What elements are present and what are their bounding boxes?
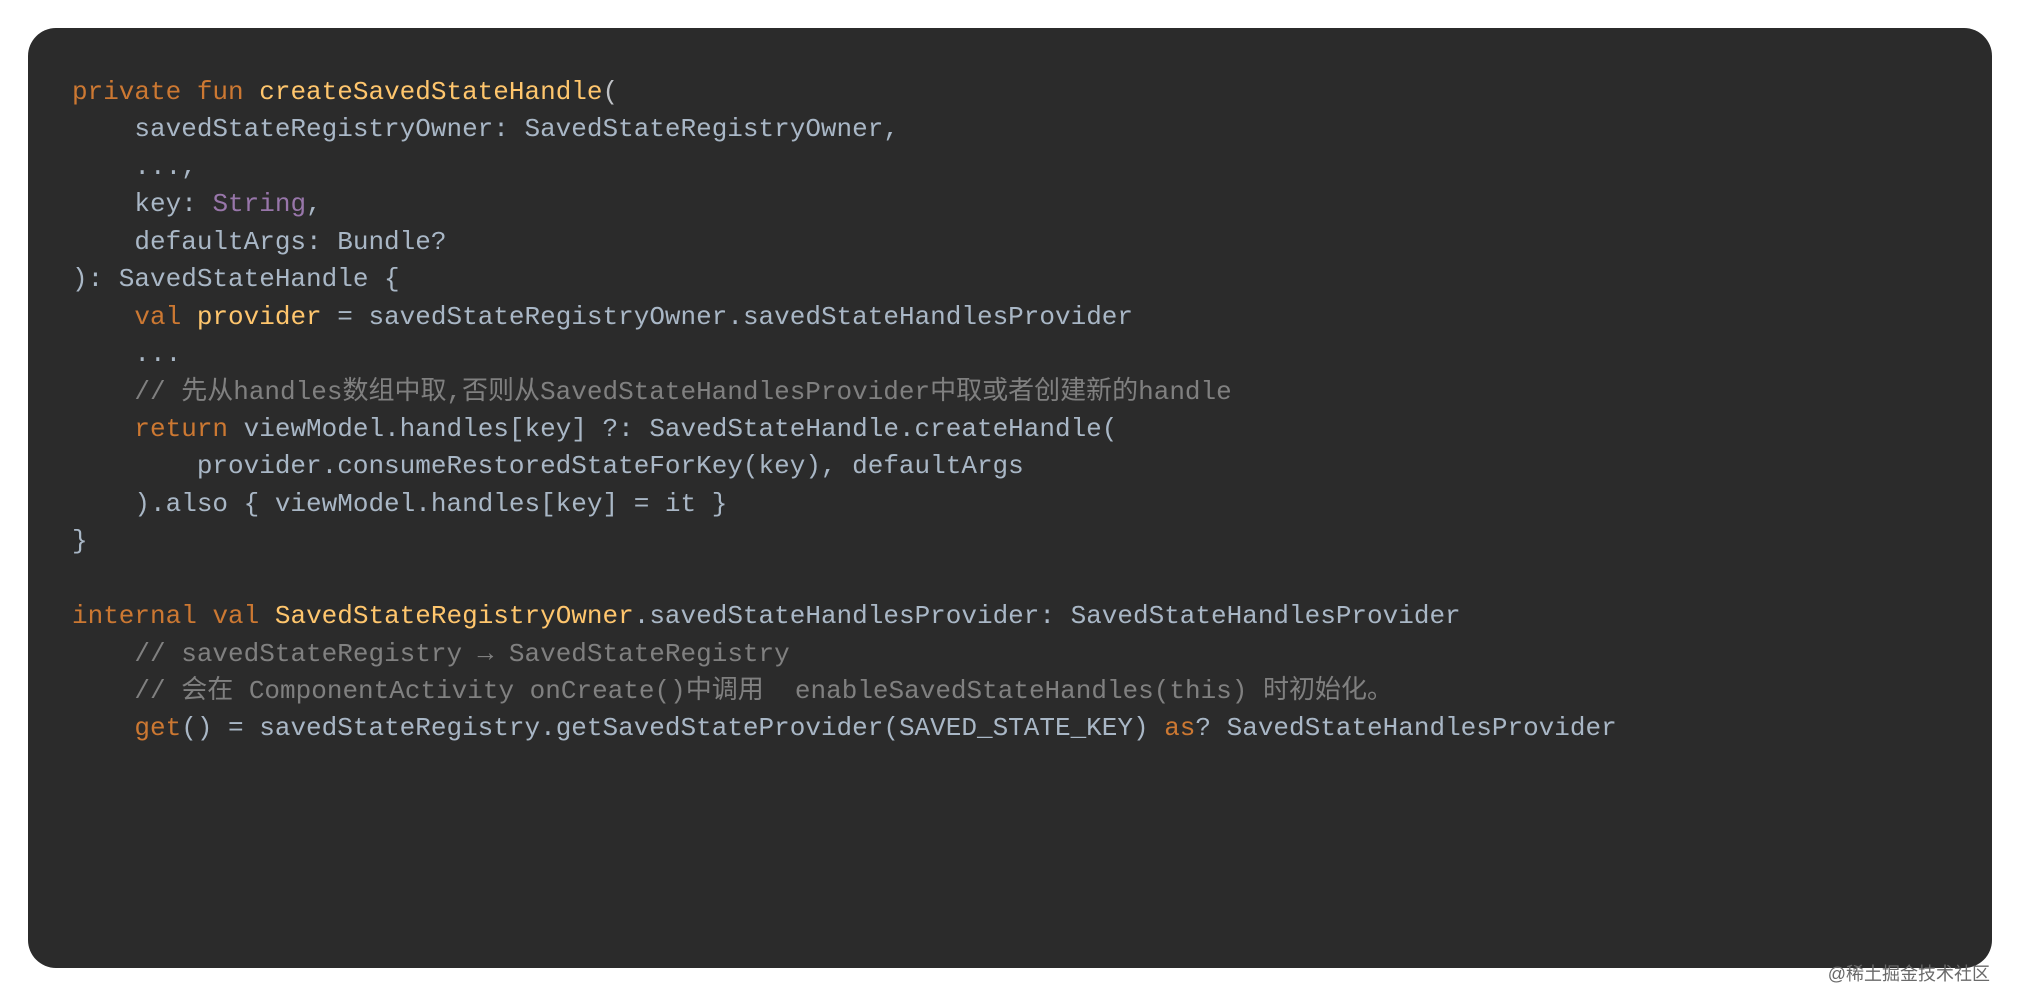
comma: , (306, 189, 322, 219)
sig-tail: ): SavedStateHandle { (72, 264, 400, 294)
code-card: private fun createSavedStateHandle( save… (28, 28, 1992, 968)
param-key-pre: key: (72, 189, 212, 219)
fn-name: createSavedStateHandle (259, 77, 602, 107)
space (259, 601, 275, 631)
param-default-args: defaultArgs: Bundle? (72, 227, 446, 257)
close-brace: } (72, 526, 88, 556)
keyword-as: as (1164, 713, 1195, 743)
type-string: String (212, 189, 306, 219)
cast-tail: ? SavedStateHandlesProvider (1195, 713, 1616, 743)
keyword-val: val (134, 302, 181, 332)
keyword-val-2: val (212, 601, 259, 631)
indent (72, 414, 134, 444)
indent (72, 676, 134, 706)
param-line: savedStateRegistryOwner: SavedStateRegis… (72, 114, 899, 144)
also-line: ).also { viewModel.handles[key] = it } (72, 489, 727, 519)
indent (72, 639, 134, 669)
keyword-fun: fun (197, 77, 244, 107)
code-block: private fun createSavedStateHandle( save… (72, 74, 1948, 748)
indent (72, 302, 134, 332)
assign-provider: = savedStateRegistryOwner.savedStateHand… (322, 302, 1133, 332)
keyword-internal: internal (72, 601, 197, 631)
watermark: @稀土掘金技术社区 (1828, 960, 1990, 986)
space (197, 601, 213, 631)
indent (72, 713, 134, 743)
keyword-get: get (134, 713, 181, 743)
comment-oncreate: // 会在 ComponentActivity onCreate()中调用 en… (134, 676, 1393, 706)
keyword-return: return (134, 414, 228, 444)
paren: ( (603, 77, 619, 107)
body-ellipsis: ... (72, 339, 181, 369)
ext-prop: .savedStateHandlesProvider: SavedStateHa… (634, 601, 1461, 631)
space (181, 302, 197, 332)
receiver-type: SavedStateRegistryOwner (275, 601, 634, 631)
comment-handles: // 先从handles数组中取,否则从SavedStateHandlesPro… (134, 377, 1231, 407)
indent (72, 377, 134, 407)
var-provider: provider (197, 302, 322, 332)
keyword-private: private (72, 77, 181, 107)
param-ellipsis: ..., (72, 152, 197, 182)
comment-registry: // savedStateRegistry → SavedStateRegist… (134, 639, 789, 669)
consume-line: provider.consumeRestoredStateForKey(key)… (72, 451, 1024, 481)
get-body: () = savedStateRegistry.getSavedStatePro… (181, 713, 1164, 743)
return-expr: viewModel.handles[key] ?: SavedStateHand… (228, 414, 1117, 444)
